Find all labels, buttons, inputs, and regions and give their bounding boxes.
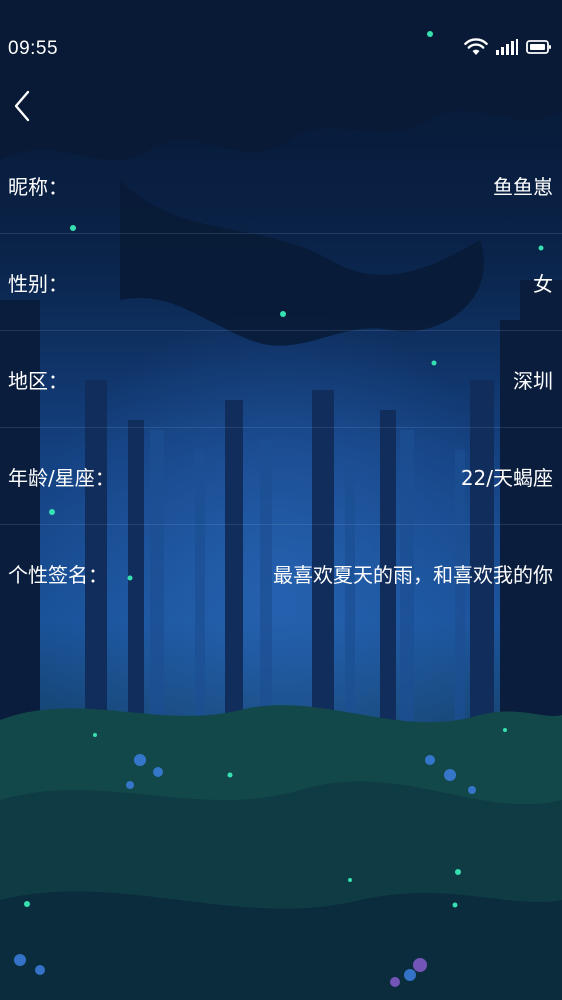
age-zodiac-value: 22/天蝎座 <box>460 465 553 490</box>
signal-icon <box>496 39 518 55</box>
profile-info-list: 昵称： 鱼鱼崽 性别： 女 地区： 深圳 年龄/星座： 22/天蝎座 个性签名：… <box>0 137 562 622</box>
signature-value: 最喜欢夏天的雨，和喜欢我的你 <box>273 563 553 587</box>
nickname-value: 鱼鱼崽 <box>493 174 553 199</box>
chevron-left-icon <box>14 90 30 122</box>
battery-icon <box>526 40 551 54</box>
status-time: 09:55 <box>8 38 59 59</box>
nickname-label: 昵称： <box>8 174 68 199</box>
gender-value: 女 <box>533 271 553 296</box>
age-zodiac-row[interactable]: 年龄/星座： 22/天蝎座 <box>0 428 562 525</box>
gender-row[interactable]: 性别： 女 <box>0 234 562 331</box>
nickname-row[interactable]: 昵称： 鱼鱼崽 <box>0 137 562 234</box>
status-bar: 09:55 <box>0 0 562 96</box>
status-icons <box>464 38 552 56</box>
region-row[interactable]: 地区： 深圳 <box>0 331 562 428</box>
signature-row[interactable]: 个性签名： 最喜欢夏天的雨，和喜欢我的你 <box>0 525 562 622</box>
gender-label: 性别： <box>8 271 68 296</box>
age-zodiac-label: 年龄/星座： <box>8 465 115 490</box>
back-button[interactable] <box>2 84 42 128</box>
region-value: 深圳 <box>513 368 553 393</box>
wifi-icon <box>464 38 488 55</box>
region-label: 地区： <box>8 368 68 393</box>
signature-label: 个性签名： <box>8 563 108 587</box>
